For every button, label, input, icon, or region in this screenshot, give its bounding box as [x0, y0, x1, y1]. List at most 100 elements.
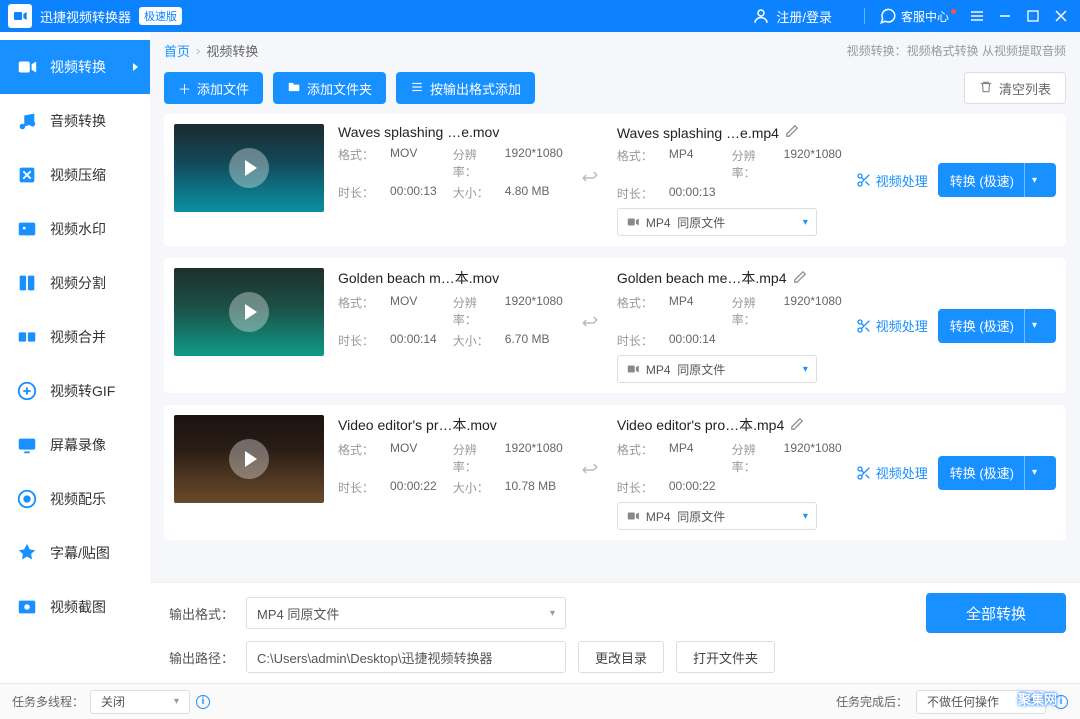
- play-icon: [229, 148, 269, 188]
- source-meta: Waves splashing …e.mov 格式：MOV 分辨率：1920*1…: [338, 124, 563, 201]
- video-convert-icon: [16, 56, 38, 78]
- video-process-button[interactable]: 视频处理: [856, 171, 928, 190]
- output-filename: Golden beach me…本.mp4: [617, 268, 787, 288]
- list-item: Video editor's pr…本.mov 格式：MOV 分辨率：1920*…: [164, 405, 1066, 540]
- thumbnail[interactable]: [174, 268, 324, 356]
- add-file-button[interactable]: ＋ 添加文件: [164, 72, 263, 104]
- close-button[interactable]: [1054, 9, 1068, 23]
- split-icon: [16, 272, 38, 294]
- chevron-down-icon: ▾: [803, 364, 808, 375]
- multithread-select[interactable]: 关闭 ▾: [90, 690, 190, 714]
- gif-icon: [16, 380, 38, 402]
- toolbar: ＋ 添加文件 添加文件夹 按输出格式添加 清空列表: [150, 68, 1080, 114]
- add-by-format-button[interactable]: 按输出格式添加: [396, 72, 535, 104]
- chevron-down-icon: ▾: [803, 217, 808, 228]
- item-format-select[interactable]: MP4 同原文件 ▾: [617, 355, 817, 383]
- output-path-label: 输出路径：: [164, 648, 234, 667]
- convert-all-button[interactable]: 全部转换: [926, 593, 1066, 633]
- sidebar-item-screenshot[interactable]: 视频截图: [0, 580, 150, 634]
- info-icon[interactable]: i: [196, 695, 210, 709]
- sidebar-item-video-convert[interactable]: 视频转换: [0, 40, 150, 94]
- breadcrumb-current: 视频转换: [206, 41, 258, 60]
- on-complete-label: 任务完成后：: [836, 693, 908, 710]
- sidebar-item-gif[interactable]: 视频转GIF: [0, 364, 150, 418]
- info-icon[interactable]: i: [1054, 695, 1068, 709]
- scissors-icon: [856, 465, 872, 481]
- support-button[interactable]: 客服中心: [879, 7, 956, 25]
- video-compress-icon: [16, 164, 38, 186]
- play-icon: [229, 439, 269, 479]
- video-icon: [626, 362, 640, 376]
- sidebar-item-watermark[interactable]: 视频水印: [0, 202, 150, 256]
- breadcrumb-home[interactable]: 首页: [164, 41, 190, 60]
- item-format-select[interactable]: MP4 同原文件 ▾: [617, 208, 817, 236]
- edit-icon[interactable]: [785, 124, 799, 141]
- edit-icon[interactable]: [790, 417, 804, 434]
- output-meta: Video editor's pro…本.mp4 格式：MP4 分辨率：1920…: [617, 415, 842, 530]
- convert-dropdown[interactable]: ▾: [1024, 309, 1044, 343]
- convert-button[interactable]: 转换 (极速) ▾: [938, 163, 1056, 197]
- list-icon: [410, 80, 424, 97]
- chevron-down-icon: ▾: [174, 696, 179, 707]
- plus-icon: ＋: [178, 79, 191, 98]
- video-icon: [626, 215, 640, 229]
- convert-dropdown[interactable]: ▾: [1024, 456, 1044, 490]
- notification-dot: [951, 9, 956, 14]
- convert-button[interactable]: 转换 (极速) ▾: [938, 309, 1056, 343]
- breadcrumb: 首页 › 视频转换 视频转换：视频格式转换 从视频提取音频: [150, 32, 1080, 68]
- chevron-down-icon: ▾: [803, 511, 808, 522]
- thumbnail[interactable]: [174, 415, 324, 503]
- swap-icon[interactable]: [577, 314, 603, 337]
- titlebar: 迅捷视频转换器 极速版 注册/登录 客服中心: [0, 0, 1080, 32]
- maximize-button[interactable]: [1026, 9, 1040, 23]
- subtitle-icon: [16, 542, 38, 564]
- edit-icon[interactable]: [793, 270, 807, 287]
- trash-icon: [979, 80, 993, 97]
- folder-icon: [287, 80, 301, 97]
- convert-dropdown[interactable]: ▾: [1024, 163, 1044, 197]
- sidebar-item-video-compress[interactable]: 视频压缩: [0, 148, 150, 202]
- sidebar-item-merge[interactable]: 视频合并: [0, 310, 150, 364]
- sidebar-item-subtitle[interactable]: 字幕/贴图: [0, 526, 150, 580]
- video-process-button[interactable]: 视频处理: [856, 316, 928, 335]
- output-format-select[interactable]: MP4 同原文件 ▾: [246, 597, 566, 629]
- source-filename: Waves splashing …e.mov: [338, 124, 563, 140]
- screenshot-icon: [16, 596, 38, 618]
- minimize-button[interactable]: [998, 9, 1012, 23]
- output-filename: Waves splashing …e.mp4: [617, 125, 779, 141]
- convert-button[interactable]: 转换 (极速) ▾: [938, 456, 1056, 490]
- video-icon: [626, 509, 640, 523]
- sidebar-item-music[interactable]: 视频配乐: [0, 472, 150, 526]
- output-meta: Golden beach me…本.mp4 格式：MP4 分辨率：1920*10…: [617, 268, 842, 383]
- audio-convert-icon: [16, 110, 38, 132]
- status-bar: 任务多线程： 关闭 ▾ i 任务完成后： 不做任何操作 ▾ i 聚集网: [0, 683, 1080, 719]
- clear-list-button[interactable]: 清空列表: [964, 72, 1066, 104]
- video-process-button[interactable]: 视频处理: [856, 463, 928, 482]
- swap-icon[interactable]: [577, 461, 603, 484]
- output-filename: Video editor's pro…本.mp4: [617, 415, 784, 435]
- main-panel: 首页 › 视频转换 视频转换：视频格式转换 从视频提取音频 ＋ 添加文件 添加文…: [150, 32, 1080, 683]
- open-folder-button[interactable]: 打开文件夹: [676, 641, 775, 673]
- record-icon: [16, 434, 38, 456]
- chevron-down-icon: ▾: [1030, 696, 1035, 707]
- item-actions: 视频处理 转换 (极速) ▾: [856, 309, 1056, 343]
- sidebar-item-record[interactable]: 屏幕录像: [0, 418, 150, 472]
- sidebar-item-audio-convert[interactable]: 音频转换: [0, 94, 150, 148]
- account-login[interactable]: 注册/登录: [732, 7, 852, 26]
- sidebar-item-split[interactable]: 视频分割: [0, 256, 150, 310]
- multithread-label: 任务多线程：: [12, 693, 84, 710]
- page-note: 视频转换：视频格式转换 从视频提取音频: [847, 42, 1066, 59]
- thumbnail[interactable]: [174, 124, 324, 212]
- merge-icon: [16, 326, 38, 348]
- source-meta: Golden beach m…本.mov 格式：MOV 分辨率：1920*108…: [338, 268, 563, 349]
- change-dir-button[interactable]: 更改目录: [578, 641, 664, 673]
- item-format-select[interactable]: MP4 同原文件 ▾: [617, 502, 817, 530]
- music-icon: [16, 488, 38, 510]
- output-path-input[interactable]: C:\Users\admin\Desktop\迅捷视频转换器: [246, 641, 566, 673]
- add-folder-button[interactable]: 添加文件夹: [273, 72, 386, 104]
- swap-icon[interactable]: [577, 169, 603, 192]
- on-complete-select[interactable]: 不做任何操作 ▾: [916, 690, 1046, 714]
- watermark-icon: [16, 218, 38, 240]
- item-actions: 视频处理 转换 (极速) ▾: [856, 456, 1056, 490]
- menu-button[interactable]: [970, 9, 984, 23]
